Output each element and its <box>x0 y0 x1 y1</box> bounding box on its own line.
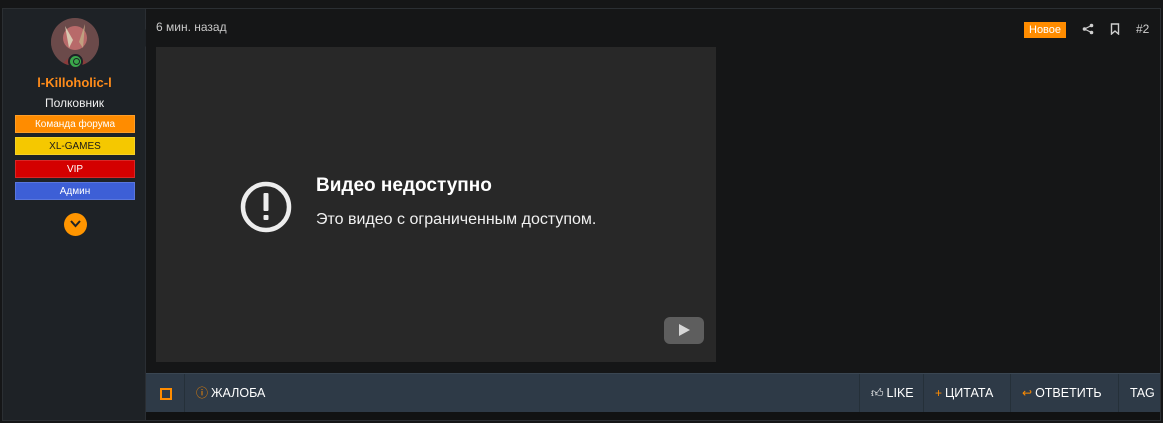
username[interactable]: l-Killoholic-l <box>3 75 146 90</box>
post-main: 6 мин. назад Новое #2 Видео недоступно Э… <box>146 9 1160 420</box>
bookmark-icon[interactable] <box>1110 23 1120 35</box>
badge-team: Команда форума <box>15 115 135 133</box>
forum-post: l-Killoholic-l Полковник Команда форума … <box>2 8 1161 421</box>
thumbs-up-icon: 👍︎ <box>871 386 884 400</box>
reply-label: ОТВЕТИТЬ <box>1035 386 1102 400</box>
post-actions-bar: ⓘ ЖАЛОБА 👍︎ LIKE + ЦИТАТА ↩ ОТВЕТИТЬ TAG <box>146 373 1163 413</box>
badge-vip: VIP <box>15 160 135 178</box>
warning-icon: ⓘ <box>196 386 209 400</box>
report-label: ЖАЛОБА <box>211 386 266 400</box>
alert-circle-icon <box>240 181 292 233</box>
tag-label: TAG <box>1130 386 1155 400</box>
post-number-link[interactable]: #2 <box>1136 22 1149 36</box>
like-button[interactable]: 👍︎ LIKE <box>859 374 925 413</box>
new-badge: Новое <box>1024 22 1067 38</box>
chevron-down-icon <box>70 220 81 228</box>
quote-button[interactable]: + ЦИТАТА <box>923 374 1004 413</box>
quote-label: ЦИТАТА <box>945 386 994 400</box>
video-error-title: Видео недоступно <box>316 175 492 196</box>
video-embed[interactable]: Видео недоступно Это видео с ограниченны… <box>156 47 716 362</box>
video-error-message: Это видео с ограниченным доступом. <box>316 211 597 228</box>
youtube-play-icon[interactable] <box>664 317 704 344</box>
plus-icon: + <box>935 386 943 400</box>
share-icon[interactable] <box>1082 23 1094 35</box>
post-time[interactable]: 6 мин. назад <box>156 20 227 34</box>
reply-icon: ↩ <box>1022 386 1033 400</box>
reply-button[interactable]: ↩ ОТВЕТИТЬ <box>1010 374 1113 413</box>
select-post-checkbox[interactable] <box>160 388 172 400</box>
badge-admin: Админ <box>15 182 135 200</box>
badge-xl-games: XL-GAMES <box>15 137 135 155</box>
like-label: LIKE <box>886 386 914 400</box>
tag-button[interactable]: TAG <box>1118 374 1163 413</box>
user-title: Полковник <box>44 96 105 110</box>
user-sidebar: l-Killoholic-l Полковник Команда форума … <box>3 9 154 420</box>
report-button[interactable]: ⓘ ЖАЛОБА <box>184 374 276 413</box>
online-status-icon <box>68 54 83 69</box>
post-bottom-strip <box>146 412 1160 420</box>
expand-user-info-button[interactable] <box>64 213 87 236</box>
